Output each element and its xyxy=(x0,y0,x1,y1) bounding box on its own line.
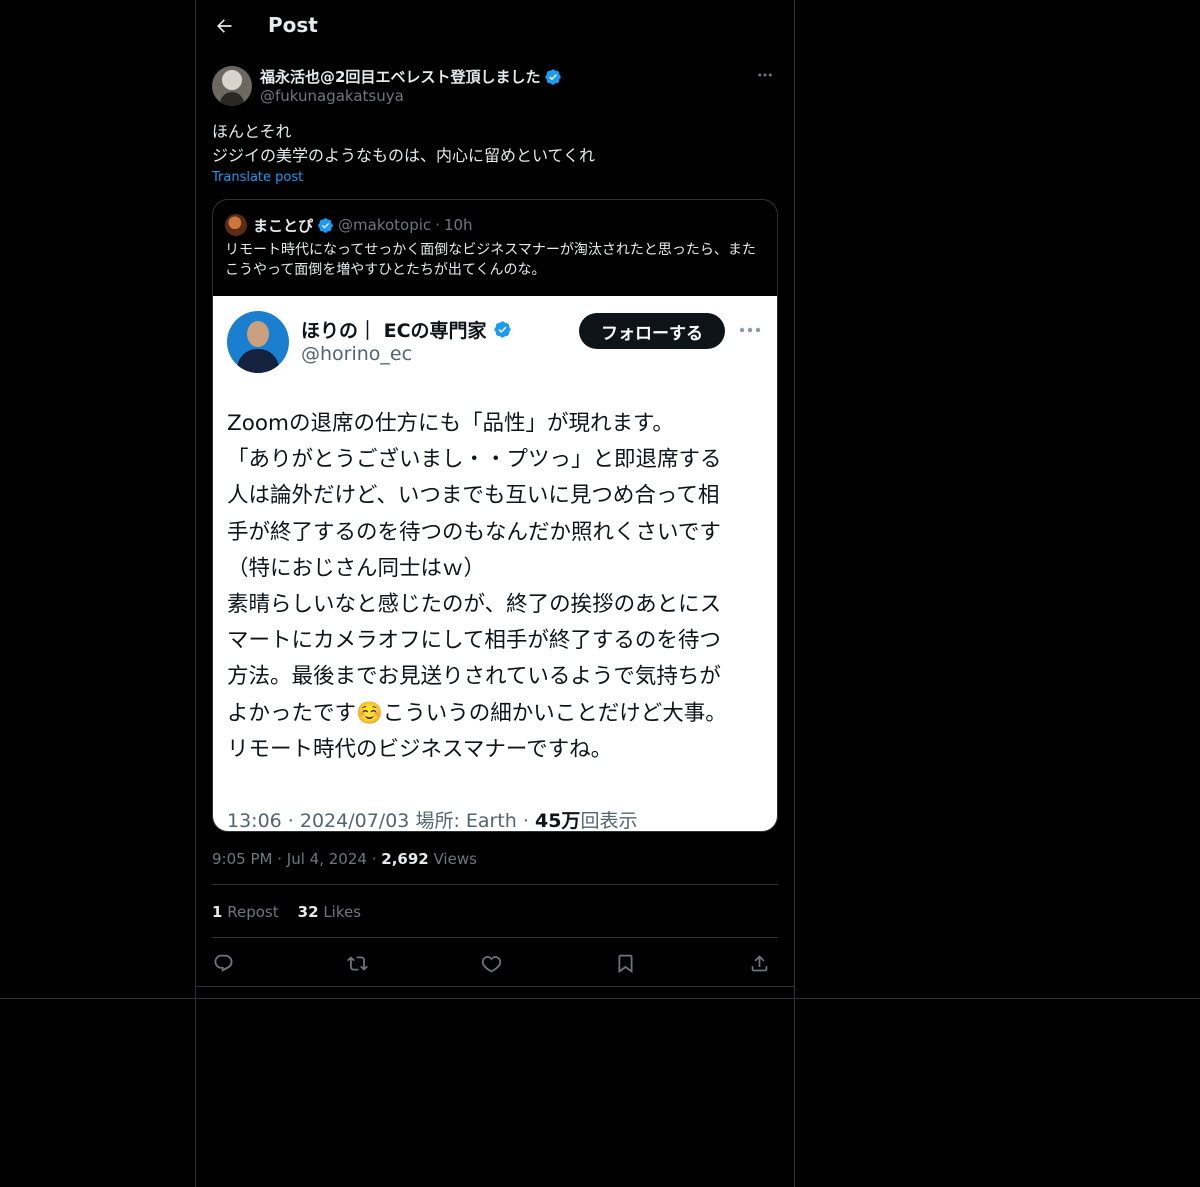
author-handle[interactable]: @fukunagakatsuya xyxy=(260,87,404,105)
repost-button[interactable] xyxy=(342,948,372,978)
quoted-author-avatar xyxy=(225,214,247,236)
author-name: 福永活也@2回目エベレスト登頂しました xyxy=(260,68,541,86)
post-author: 福永活也@2回目エベレスト登頂しました @fukunagakatsuya xyxy=(212,66,778,106)
heart-icon xyxy=(481,955,501,972)
post-meta: 9:05 PM · Jul 4, 2024 · 2,692 Views xyxy=(212,850,477,868)
post-time[interactable]: 9:05 PM xyxy=(212,850,272,868)
image-more-icon xyxy=(739,320,761,339)
share-icon xyxy=(751,954,767,971)
image-meta-views-label: 回表示 xyxy=(580,810,638,832)
author-name-row[interactable]: 福永活也@2回目エベレスト登頂しました xyxy=(260,66,562,87)
more-options-button[interactable] xyxy=(752,66,778,86)
quoted-post-image[interactable]: ほりの｜ ECの専門家 @horino_ec フォローする Zoomの退席の仕方… xyxy=(213,296,777,831)
quoted-author-name: まことぴ xyxy=(253,216,314,235)
image-meta-time: 13:06 · 2024/07/03 xyxy=(227,810,410,832)
page-header: Post xyxy=(196,0,794,56)
verified-badge-icon xyxy=(493,321,511,338)
post-date[interactable]: Jul 4, 2024 xyxy=(287,850,367,868)
reply-icon xyxy=(214,954,232,972)
image-meta-place: 場所: Earth xyxy=(415,810,517,832)
back-button[interactable] xyxy=(210,12,238,40)
image-body-line: （特におじさん同士はｗ） xyxy=(227,555,486,581)
image-post-meta: 13:06 · 2024/07/03 場所: Earth · 45万回表示 xyxy=(227,806,638,832)
likes-count: 32 xyxy=(297,903,319,921)
column-right-border xyxy=(794,0,795,1187)
image-author-handle: @horino_ec xyxy=(301,343,413,365)
separator-dot: · xyxy=(435,216,440,234)
verified-badge-icon xyxy=(545,68,562,85)
image-body-line: よかったです☺️こういうの細かいことだけど大事。 xyxy=(227,700,727,726)
divider xyxy=(212,884,778,885)
image-body-line: マートにカメラオフにして相手が終了するのを待つ xyxy=(227,628,721,654)
verified-badge-icon xyxy=(318,217,333,233)
image-body-line: Zoomの退席の仕方にも「品性」が現れます。 xyxy=(227,411,674,436)
post-text-line: ジジイの美学のようなものは、内心に留めといてくれ xyxy=(212,146,596,165)
image-body-line: 手が終了するのを待つのもなんだか照れくさいです xyxy=(227,519,721,545)
post-text: ほんとそれ ジジイの美学のようなものは、内心に留めといてくれ xyxy=(212,120,772,168)
image-follow-button: フォローする xyxy=(579,313,725,349)
quoted-author-handle: @makotopic xyxy=(338,216,432,234)
image-meta-views-count: 45万 xyxy=(534,810,581,832)
post-stats: 1 Repost 32 Likes xyxy=(212,903,361,921)
likes-stat[interactable]: 32 Likes xyxy=(298,903,361,921)
image-body-line: 人は論外だけど、いつまでも互いに見つめ合って相 xyxy=(227,483,720,509)
quoted-post-text: リモート時代になってせっかく面倒なビジネスマナーが淘汰されたと思ったら、またこう… xyxy=(225,242,756,278)
bookmark-button[interactable] xyxy=(610,948,640,978)
reposts-label: Repost xyxy=(227,903,279,921)
reposts-count: 1 xyxy=(212,903,223,921)
author-avatar[interactable] xyxy=(212,66,252,106)
column-left-border xyxy=(195,0,196,1187)
separator-dot: · xyxy=(522,810,529,832)
repost-icon xyxy=(346,955,368,971)
reposts-stat[interactable]: 1 Repost xyxy=(212,903,279,921)
image-author-avatar xyxy=(227,311,289,373)
arrow-left-icon xyxy=(217,19,232,33)
image-author-name: ほりの｜ ECの専門家 xyxy=(301,320,487,342)
post-text-line: ほんとそれ xyxy=(212,122,292,141)
quoted-post[interactable]: まことぴ @makotopic · 10h リモート時代になってせっかく面倒なビ… xyxy=(212,199,778,832)
more-horizontal-icon xyxy=(758,73,772,77)
action-bar xyxy=(212,948,778,978)
likes-label: Likes xyxy=(323,903,362,921)
image-author-name-row: ほりの｜ ECの専門家 xyxy=(301,316,512,343)
translate-post-link[interactable]: Translate post xyxy=(212,170,303,185)
quoted-post-header: まことぴ @makotopic · 10h xyxy=(225,214,473,236)
separator-dot: · xyxy=(371,850,377,868)
views-count: 2,692 xyxy=(381,850,429,868)
share-button[interactable] xyxy=(744,948,774,978)
page-title: Post xyxy=(268,13,318,37)
image-post-body: Zoomの退席の仕方にも「品性」が現れます。 「ありがとうございまし・・プツっ」… xyxy=(227,406,763,768)
reply-button[interactable] xyxy=(208,948,238,978)
views-label: Views xyxy=(433,850,477,868)
image-body-line: 「ありがとうございまし・・プツっ」と即退席する xyxy=(227,447,722,473)
image-body-line: 方法。最後までお見送りされているようで気持ちが xyxy=(227,664,721,690)
quoted-post-time: 10h xyxy=(443,216,473,234)
separator-dot: · xyxy=(277,850,283,868)
post-column: Post 福永活也@2回目エベレスト登頂しました @fukunagakatsuy… xyxy=(196,0,794,987)
divider xyxy=(196,986,794,987)
like-button[interactable] xyxy=(476,948,506,978)
image-body-line: 素晴らしいなと感じたのが、終了の挨拶のあとにス xyxy=(227,592,722,618)
page-divider xyxy=(0,998,1200,999)
bookmark-icon xyxy=(618,954,632,973)
divider xyxy=(212,937,778,938)
image-body-line: リモート時代のビジネスマナーですね。 xyxy=(227,736,613,762)
